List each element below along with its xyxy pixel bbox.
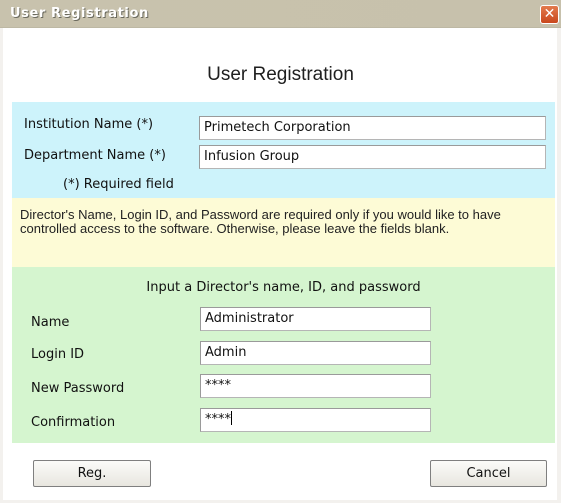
dialog-heading: User Registration [207, 64, 354, 85]
registration-window: User Registration ✕ User Registration In… [0, 0, 561, 503]
institution-label: Institution Name (*) [24, 117, 154, 132]
login-id-field[interactable]: Admin [200, 341, 431, 365]
close-button[interactable]: ✕ [540, 5, 559, 24]
register-button[interactable]: Reg. [33, 460, 151, 487]
required-note: (*) Required field [63, 177, 174, 192]
director-subheading: Input a Director's name, ID, and passwor… [146, 280, 421, 295]
confirmation-field[interactable]: **** [200, 408, 431, 432]
institution-field[interactable]: Primetech Corporation [199, 116, 546, 140]
info-text: Director's Name, Login ID, and Password … [20, 207, 501, 236]
new-password-label: New Password [31, 381, 125, 396]
new-password-field[interactable]: **** [200, 374, 431, 398]
department-label: Department Name (*) [24, 148, 166, 163]
login-id-label: Login ID [31, 347, 85, 362]
name-field[interactable]: Administrator [200, 307, 431, 331]
department-field[interactable]: Infusion Group [199, 145, 546, 169]
name-label: Name [31, 315, 70, 330]
window-title: User Registration [10, 6, 149, 21]
confirmation-label: Confirmation [31, 415, 116, 430]
close-icon: ✕ [543, 6, 556, 22]
cancel-button[interactable]: Cancel [430, 460, 547, 487]
confirmation-value: **** [205, 412, 231, 427]
text-cursor [231, 411, 232, 425]
title-bar[interactable]: User Registration ✕ [0, 0, 561, 28]
